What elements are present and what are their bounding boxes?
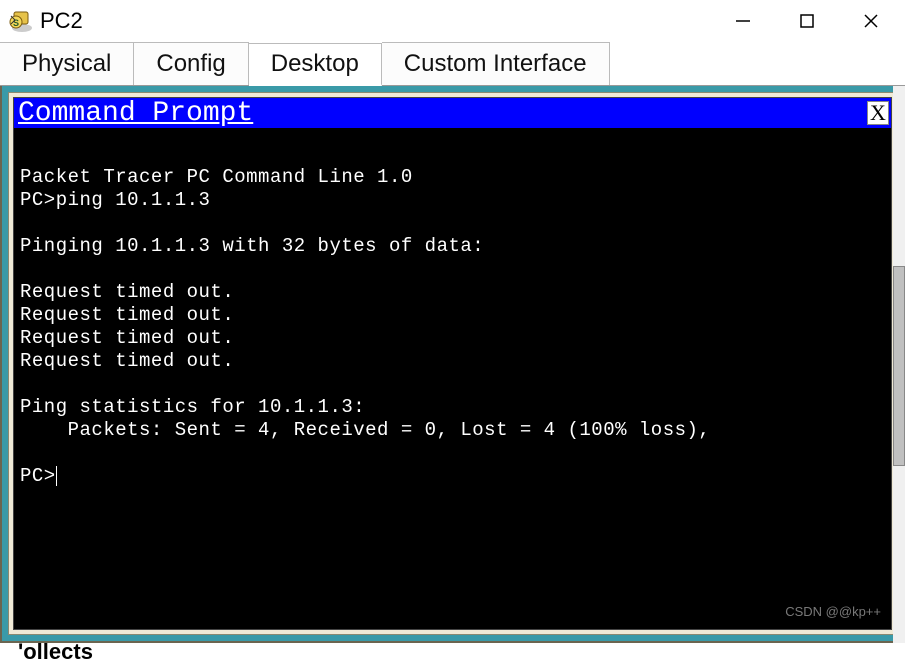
- tab-bar: Physical Config Desktop Custom Interface: [0, 42, 905, 86]
- vertical-scrollbar[interactable]: [893, 86, 905, 643]
- app-icon: S: [8, 8, 34, 34]
- cursor: [56, 466, 57, 486]
- command-prompt-output[interactable]: Packet Tracer PC Command Line 1.0 PC>pin…: [14, 128, 891, 629]
- command-prompt-close-button[interactable]: X: [867, 101, 889, 125]
- window-title: PC2: [40, 8, 711, 34]
- close-button[interactable]: [839, 2, 903, 40]
- command-prompt-titlebar[interactable]: Command Prompt X: [14, 98, 891, 128]
- window-titlebar: S PC2: [0, 0, 905, 42]
- tab-physical[interactable]: Physical: [0, 42, 134, 85]
- scrollbar-thumb[interactable]: [893, 266, 905, 466]
- command-prompt-window: Command Prompt X Packet Tracer PC Comman…: [13, 97, 892, 630]
- tab-custom-interface[interactable]: Custom Interface: [382, 42, 610, 85]
- terminal-text: Packet Tracer PC Command Line 1.0 PC>pin…: [20, 166, 710, 487]
- watermark: CSDN @@kp++: [785, 604, 881, 619]
- tab-desktop[interactable]: Desktop: [249, 43, 382, 86]
- command-prompt-title: Command Prompt: [18, 98, 253, 129]
- maximize-button[interactable]: [775, 2, 839, 40]
- inner-frame: Command Prompt X Packet Tracer PC Comman…: [8, 92, 897, 635]
- desktop-area: Command Prompt X Packet Tracer PC Comman…: [0, 86, 905, 643]
- tab-config[interactable]: Config: [134, 42, 248, 85]
- bottom-fragment: 'ollects: [18, 639, 93, 665]
- minimize-button[interactable]: [711, 2, 775, 40]
- window-controls: [711, 2, 903, 40]
